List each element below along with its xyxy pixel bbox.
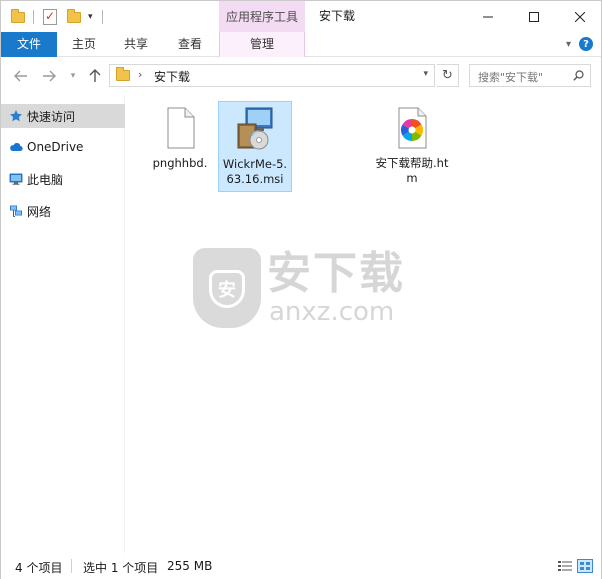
close-icon [575, 11, 585, 22]
sidebar-item-label: OneDrive [27, 140, 84, 154]
window-title: 安下载 [319, 9, 356, 23]
ribbon-tabs: 文件 主页 共享 查看 管理 ▾ ? [1, 32, 601, 57]
forward-button[interactable] [39, 66, 59, 86]
navigation-bar: ▾ › 安下载 ▾ ↻ 搜索"安下载" [1, 58, 601, 94]
help-icon[interactable]: ? [579, 37, 593, 51]
file-item-selected[interactable]: WickrMe-5.63.16.msi [218, 101, 292, 192]
back-arrow-icon [14, 70, 27, 82]
details-view-icon[interactable] [557, 559, 573, 573]
chevron-down-icon: ▾ [70, 71, 76, 81]
tab-file[interactable]: 文件 [1, 32, 57, 57]
minimize-button[interactable] [465, 1, 511, 32]
breadcrumb-current[interactable]: 安下载 [154, 68, 190, 85]
tab-view[interactable]: 查看 [165, 32, 215, 57]
sidebar-item-this-pc[interactable]: 此电脑 [1, 167, 125, 191]
refresh-icon: ↻ [442, 68, 453, 83]
back-button[interactable] [11, 66, 31, 86]
sidebar-item-quick-access[interactable]: 快速访问 [1, 104, 125, 128]
close-button[interactable] [557, 1, 602, 32]
file-name: 安下载帮助.htm [375, 156, 449, 185]
refresh-button[interactable]: ↻ [437, 64, 459, 87]
sidebar-item-label: 网络 [27, 204, 52, 219]
network-icon [10, 205, 22, 217]
tab-manage[interactable]: 管理 [219, 32, 305, 57]
computer-icon [9, 173, 23, 185]
watermark-cn-text: 安下载 [267, 248, 405, 299]
address-bar[interactable]: › 安下载 ▾ [109, 64, 435, 87]
search-placeholder: 搜索"安下载" [478, 71, 544, 84]
qa-separator-2 [102, 7, 103, 27]
recent-locations-dropdown[interactable]: ▾ [63, 66, 83, 86]
file-item[interactable]: 安下载帮助.htm [372, 101, 452, 190]
folder-icon [116, 67, 130, 81]
maximize-button[interactable] [511, 1, 557, 32]
status-selection: 选中 1 个项目 [83, 561, 159, 575]
maximize-icon [529, 11, 539, 22]
blank-file-icon [167, 107, 195, 149]
up-button[interactable] [85, 66, 105, 86]
watermark-shield-char: 安 [209, 270, 245, 308]
status-divider [71, 559, 72, 573]
large-icons-view-icon[interactable] [577, 559, 593, 573]
qa-customize-dropdown-icon[interactable]: ▾ [88, 7, 93, 27]
sidebar-item-onedrive[interactable]: OneDrive [1, 135, 125, 159]
navigation-pane: 快速访问 OneDrive 此电脑 网络 [1, 95, 125, 553]
up-arrow-icon [89, 69, 101, 82]
qa-folder-icon[interactable] [11, 7, 25, 27]
minimize-icon [483, 16, 493, 17]
watermark-logo: 安 安下载 anxz.com [193, 248, 413, 332]
explorer-window: ▾ 应用程序工具 安下载 文件 主页 共享 查看 管理 ▾ ? ▾ [0, 0, 602, 579]
htm-file-icon [398, 107, 427, 149]
status-item-count: 4 个项目 [15, 561, 63, 575]
status-bar: 4 个项目 选中 1 个项目 255 MB [1, 553, 601, 579]
search-input[interactable]: 搜索"安下载" [469, 64, 591, 87]
status-size: 255 MB [167, 559, 213, 573]
context-tab-group-label: 应用程序工具 [219, 1, 305, 32]
watermark-en-text: anxz.com [269, 297, 395, 327]
qa-new-folder-icon[interactable] [67, 7, 81, 27]
forward-arrow-icon [43, 70, 56, 82]
qa-separator [33, 7, 34, 27]
search-icon [573, 70, 584, 81]
installer-icon [237, 107, 273, 150]
tab-share[interactable]: 共享 [111, 32, 161, 57]
address-dropdown-icon[interactable]: ▾ [423, 69, 428, 79]
qa-properties-icon[interactable] [43, 7, 57, 27]
sidebar-item-label: 快速访问 [27, 109, 76, 124]
ribbon-expand-icon[interactable]: ▾ [566, 39, 571, 50]
shield-icon: 安 [193, 248, 261, 328]
cloud-icon [10, 143, 23, 152]
file-name: WickrMe-5.63.16.msi [222, 157, 288, 186]
sidebar-item-network[interactable]: 网络 [1, 199, 125, 223]
sidebar-item-label: 此电脑 [27, 172, 64, 187]
file-name: pnghhbd. [152, 156, 208, 170]
star-icon [10, 110, 22, 122]
tab-home[interactable]: 主页 [59, 32, 109, 57]
breadcrumb-chevron-icon[interactable]: › [138, 68, 142, 81]
title-bar: ▾ 应用程序工具 安下载 [1, 1, 601, 32]
file-item[interactable]: pnghhbd. [143, 101, 217, 175]
